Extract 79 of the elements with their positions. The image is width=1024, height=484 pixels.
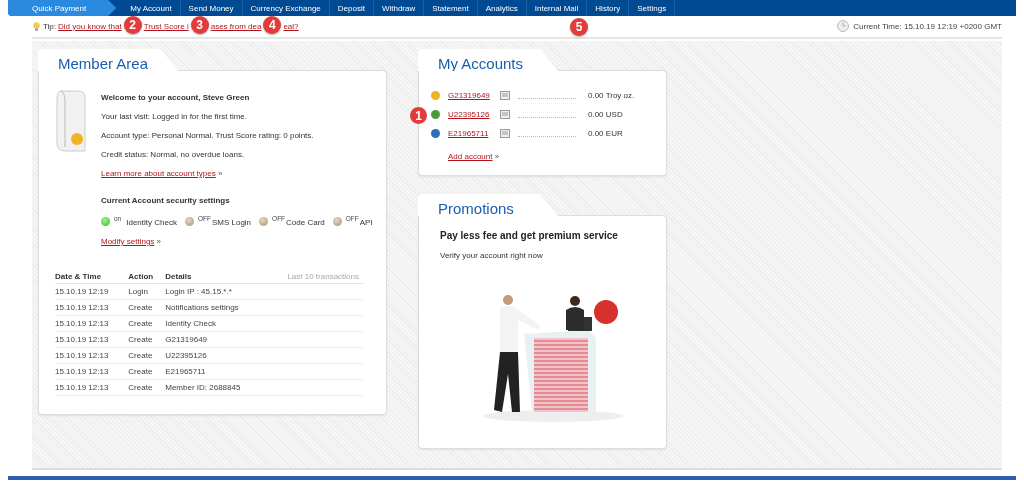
nav-tab[interactable]: Send Money — [180, 0, 243, 16]
nav-tab[interactable]: History — [587, 0, 630, 16]
table-cell: Identity Check — [165, 315, 267, 332]
table-cell: 15.10.19 12:13 — [55, 315, 129, 332]
security-setting-label: SMS Login — [211, 218, 252, 227]
account-balance: 0.00 Troy oz. — [588, 91, 635, 100]
table-cell: Create — [128, 347, 166, 364]
number-badge: 4 — [263, 16, 282, 34]
table-cell: Login — [128, 283, 166, 300]
security-setting-label: API — [359, 218, 373, 227]
document-icon[interactable] — [500, 129, 510, 138]
account-link[interactable]: G21319649 — [448, 91, 492, 100]
chevron-icon: » — [218, 169, 223, 178]
account-balance: 0.00 EUR — [588, 129, 623, 138]
current-time: Current Time: 15.10.19 12:19 +0200 GMT — [853, 21, 1002, 31]
account-link[interactable]: U22395126 — [448, 110, 492, 119]
table-cell: Create — [128, 299, 166, 316]
nav-tab[interactable]: Quick Payment — [8, 0, 117, 16]
welcome-heading: Welcome to your account, Steve Green — [101, 93, 251, 102]
table-cell: 15.10.19 12:13 — [55, 379, 129, 396]
column-header: Details — [165, 270, 267, 284]
nav-tab[interactable]: Deposit — [329, 0, 374, 16]
document-icon[interactable] — [500, 110, 510, 119]
security-heading: Current Account security settings — [101, 196, 231, 205]
table-cell: Login IP : 45.15.*.* — [165, 283, 267, 300]
chevron-icon: » — [494, 152, 500, 161]
nav-tab[interactable]: Settings — [629, 0, 676, 16]
table-caption: Last 10 transactions — [266, 270, 363, 284]
security-setting-label: Code Card — [286, 218, 325, 227]
table-cell: 15.10.19 12:13 — [55, 363, 129, 380]
account-info-text: Your last visit: Logged in for the first time. — [101, 112, 248, 121]
number-badge: 5 — [570, 18, 588, 36]
table-cell: 15.10.19 12:13 — [55, 331, 129, 348]
table-cell: Create — [128, 331, 166, 348]
clock-icon — [837, 20, 850, 32]
account-balance: 0.00 USD — [588, 110, 623, 119]
tip-link[interactable]: ases from dea — [210, 21, 262, 31]
panel-title: My Accounts — [438, 55, 524, 72]
table-cell: G21319649 — [165, 331, 267, 348]
number-badge: 2 — [123, 16, 142, 34]
panel-title: Member Area — [58, 55, 149, 72]
table-cell: Create — [128, 379, 166, 396]
promo-text: Verify your account right now — [440, 251, 544, 260]
panel-title: Promotions — [438, 200, 514, 217]
table-cell: E21965711 — [165, 363, 267, 380]
tip-link[interactable]: Did you know that — [58, 21, 122, 31]
account-types-link[interactable]: Learn more about account types — [101, 169, 216, 178]
tip-link[interactable]: Trust Score i — [143, 21, 189, 31]
table-cell: Create — [128, 315, 166, 332]
account-link[interactable]: E21965711 — [448, 129, 492, 138]
nav-tab[interactable]: My Account — [122, 0, 181, 16]
tip-link[interactable]: eal? — [283, 21, 299, 31]
table-cell: Notifications settings — [165, 299, 267, 316]
table-cell: Member ID: 2688845 — [165, 379, 267, 396]
lightbulb-icon — [33, 21, 40, 31]
table-cell: 15.10.19 12:13 — [55, 299, 129, 316]
tip-label: Tip: — [43, 21, 57, 31]
table-cell: U22395126 — [165, 347, 267, 364]
document-icon[interactable] — [500, 91, 510, 100]
table-cell: 15.10.19 12:19 — [55, 283, 129, 300]
table-cell: 15.10.19 12:13 — [55, 347, 129, 364]
security-setting-label: Identity Check — [126, 218, 177, 227]
number-badge: 3 — [190, 16, 209, 34]
nav-tab[interactable]: Internal Mail — [526, 0, 588, 16]
account-info-text: Credit status: Normal, no overdue loans. — [101, 150, 246, 159]
nav-tab[interactable]: Withdraw — [373, 0, 425, 16]
nav-tab[interactable]: Analytics — [477, 0, 527, 16]
promo-headline: Pay less fee and get premium service — [440, 230, 619, 241]
number-badge: 1 — [410, 107, 427, 124]
table-cell: Create — [128, 363, 166, 380]
nav-tab[interactable]: Statement — [424, 0, 478, 16]
chevron-icon: » — [156, 237, 162, 246]
account-info-text: Account type: Personal Normal. Trust Score rating: 0 points. — [101, 131, 315, 140]
account-card-icon — [55, 89, 87, 153]
add-account-link[interactable]: Add account — [448, 152, 493, 161]
column-header: Date & Time — [55, 270, 129, 284]
modify-settings-link[interactable]: Modify settings — [101, 237, 155, 246]
column-header: Action — [128, 270, 166, 284]
nav-tab[interactable]: Currency Exchange — [242, 0, 330, 16]
